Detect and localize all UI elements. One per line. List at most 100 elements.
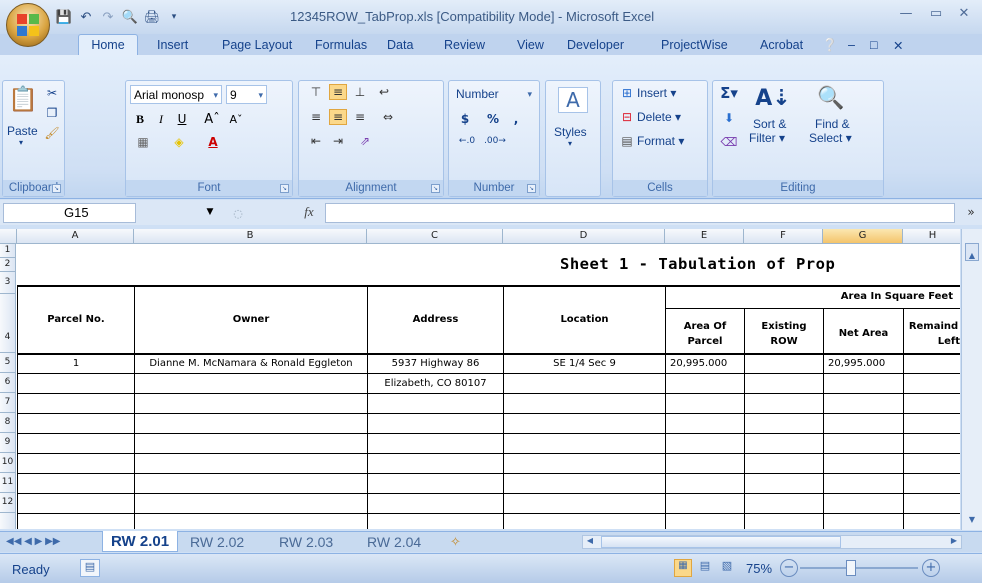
header-area-in-square-feet[interactable]: Area In Square Feet	[666, 291, 960, 302]
row-header-6[interactable]: 6	[0, 373, 16, 393]
increase-decimal-icon[interactable]: ←.0	[455, 133, 479, 149]
zoom-slider-track[interactable]	[800, 567, 918, 569]
copy-icon[interactable]: ❐	[44, 105, 60, 121]
row-header-4[interactable]: 4	[0, 294, 16, 353]
insert-function-icon[interactable]: fx	[300, 204, 318, 220]
tab-developer[interactable]: Developer	[567, 38, 624, 52]
percent-icon[interactable]: %	[485, 111, 501, 127]
find-select-icon[interactable]: 🔍	[813, 81, 849, 115]
row-header-3[interactable]: 3	[0, 272, 16, 294]
sheet-tab-rw-2-01[interactable]: RW 2.01	[102, 531, 179, 552]
styles-button[interactable]: Styles	[554, 125, 587, 139]
font-name-combo[interactable]: Arial monosp ▾	[130, 85, 222, 104]
scroll-up-icon[interactable]: ▲	[965, 251, 979, 261]
clear-icon[interactable]: ⌫	[717, 133, 741, 151]
cut-icon[interactable]: ✂	[44, 85, 60, 101]
ribbon-minimize-icon[interactable]: –	[848, 38, 855, 52]
header-left[interactable]: Left	[904, 336, 960, 347]
expand-formula-bar-icon[interactable]: »	[963, 204, 979, 220]
cell-address-line1[interactable]: 5937 Highway 86	[368, 358, 503, 369]
sort-filter-icon[interactable]: A⇣	[755, 81, 791, 115]
paste-dropdown-icon[interactable]: ▾	[19, 138, 23, 147]
tab-review[interactable]: Review	[444, 38, 485, 52]
tab-home[interactable]: Home	[78, 34, 138, 57]
name-box[interactable]: G15	[3, 203, 136, 223]
italic-icon[interactable]: I	[153, 111, 169, 127]
shrink-font-icon[interactable]: Aˇ	[226, 111, 246, 127]
grow-font-icon[interactable]: Aˆ	[202, 111, 222, 127]
merge-center-icon[interactable]: ⇔	[375, 109, 401, 125]
font-launcher-icon[interactable]: ↘	[280, 184, 289, 193]
autosum-icon[interactable]: Σ▾	[717, 84, 741, 102]
select-all-corner[interactable]	[0, 229, 17, 244]
align-right-icon[interactable]: ≡	[351, 109, 369, 125]
align-bottom-icon[interactable]: ⊥	[351, 84, 369, 100]
row-header-5[interactable]: 5	[0, 353, 16, 373]
styles-dropdown-icon[interactable]: ▾	[568, 139, 572, 148]
name-box-dropdown-icon[interactable]: ▼	[204, 206, 216, 218]
close-button[interactable]: ✕	[953, 6, 975, 21]
vertical-scrollbar[interactable]: ▲ ▼	[961, 229, 982, 530]
row-header-1[interactable]: 1	[0, 244, 16, 258]
cell-owner[interactable]: Dianne M. McNamara & Ronald Eggleton	[135, 358, 367, 369]
page-break-view-icon[interactable]: ▧	[718, 559, 736, 577]
wrap-text-icon[interactable]: ↩	[375, 84, 393, 100]
maximize-button[interactable]: ▭	[925, 6, 947, 21]
cell-styles-icon[interactable]: A	[558, 87, 588, 113]
orientation-icon[interactable]: ⇗	[353, 133, 377, 149]
tab-view[interactable]: View	[517, 38, 544, 52]
formula-input[interactable]	[325, 203, 955, 223]
normal-view-icon[interactable]: ▦	[674, 559, 692, 577]
save-icon[interactable]: 💾	[55, 8, 73, 26]
scroll-right-icon[interactable]: ▶	[947, 536, 961, 548]
header-parcel[interactable]: Parcel	[666, 336, 744, 347]
format-button[interactable]: Format ▾	[637, 134, 684, 148]
macro-record-icon[interactable]: ▤	[80, 559, 100, 577]
minimize-button[interactable]: —	[895, 6, 917, 21]
tab-formulas[interactable]: Formulas	[315, 38, 367, 52]
insert-worksheet-icon[interactable]: ✧	[450, 534, 461, 550]
clipboard-launcher-icon[interactable]: ↘	[52, 184, 61, 193]
align-center-icon[interactable]: ≡	[329, 109, 347, 125]
row-header-8[interactable]: 8	[0, 413, 16, 433]
bold-icon[interactable]: B	[132, 111, 148, 127]
filter-label[interactable]: Filter ▾	[749, 131, 785, 145]
underline-icon[interactable]: U	[174, 111, 190, 127]
ribbon-close-icon[interactable]: ✕	[893, 38, 903, 53]
font-size-combo[interactable]: 9 ▾	[226, 85, 267, 104]
comma-style-icon[interactable]: ,	[509, 111, 523, 127]
borders-icon[interactable]: ▦	[132, 134, 154, 150]
worksheet-grid[interactable]: A B C D E F G H 1 2 3 4 5 6 7 8 9 10 11 …	[0, 229, 960, 529]
delete-button[interactable]: Delete ▾	[637, 110, 681, 124]
scroll-left-icon[interactable]: ◀	[583, 536, 597, 548]
header-net-area[interactable]: Net Area	[824, 328, 903, 339]
cell-net-area[interactable]: 20,995.000	[824, 358, 903, 369]
sheet-tab-rw-2-04[interactable]: RW 2.04	[367, 534, 421, 550]
find-label[interactable]: Find &	[815, 117, 850, 131]
scroll-thumb[interactable]	[601, 536, 841, 548]
zoom-out-icon[interactable]: −	[780, 559, 798, 577]
page-layout-view-icon[interactable]: ▤	[696, 559, 714, 577]
cell-location[interactable]: SE 1/4 Sec 9	[504, 358, 665, 369]
decrease-indent-icon[interactable]: ⇤	[307, 133, 325, 149]
zoom-level[interactable]: 75%	[746, 561, 772, 576]
paste-button[interactable]: Paste	[7, 124, 38, 138]
help-icon[interactable]: ❔	[822, 38, 838, 53]
horizontal-scrollbar[interactable]: ◀ ▶	[582, 535, 962, 549]
column-header-b[interactable]: B	[134, 229, 367, 244]
font-color-icon[interactable]: A	[202, 134, 224, 150]
sheet-tab-rw-2-02[interactable]: RW 2.02	[190, 534, 244, 550]
sort-label[interactable]: Sort &	[753, 117, 786, 131]
tab-insert[interactable]: Insert	[157, 38, 188, 52]
header-row[interactable]: ROW	[745, 336, 823, 347]
header-existing[interactable]: Existing	[745, 321, 823, 332]
cell-area-of-parcel[interactable]: 20,995.000	[666, 358, 744, 369]
row-header-9[interactable]: 9	[0, 433, 16, 453]
header-location[interactable]: Location	[504, 314, 665, 325]
print-icon[interactable]: 🖨	[143, 8, 161, 26]
column-header-d[interactable]: D	[503, 229, 665, 244]
alignment-launcher-icon[interactable]: ↘	[431, 184, 440, 193]
customize-qat-icon[interactable]: ▾	[165, 8, 183, 26]
tab-data[interactable]: Data	[387, 38, 413, 52]
scroll-down-icon[interactable]: ▼	[965, 515, 979, 525]
